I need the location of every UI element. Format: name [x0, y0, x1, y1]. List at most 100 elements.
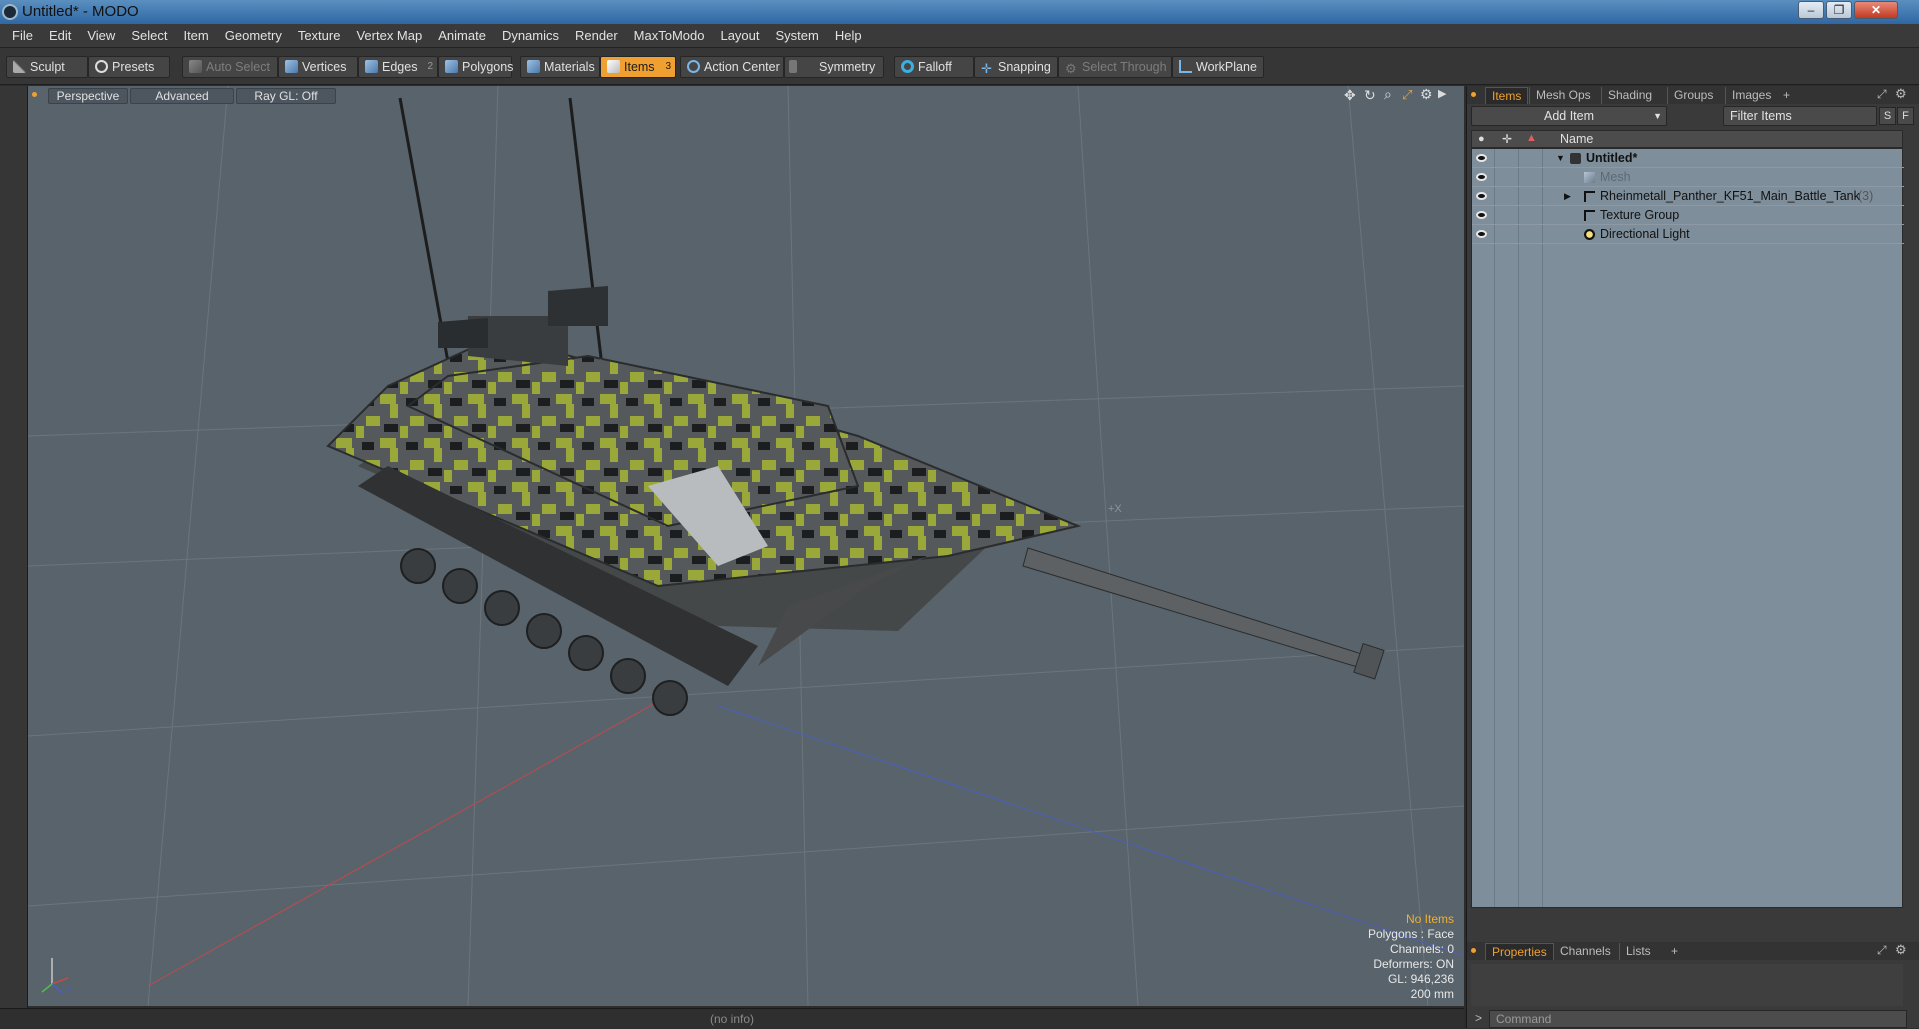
panel-menu-dot-icon[interactable]	[1471, 92, 1476, 97]
z-axis-line	[717, 705, 1464, 957]
name-column-header[interactable]: Name	[1560, 132, 1593, 146]
mesh-icon	[1584, 172, 1595, 183]
visibility-eye-icon[interactable]	[1476, 230, 1487, 238]
properties-area	[1471, 964, 1903, 1006]
close-button[interactable]: ✕	[1854, 1, 1898, 19]
bottom-panel-menu-dot-icon[interactable]	[1471, 948, 1476, 953]
window-title: Untitled* - MODO	[22, 3, 139, 20]
visibility-column-eye-icon[interactable]: ●	[1478, 133, 1485, 145]
presets-button[interactable]: Presets	[88, 56, 170, 78]
menu-animate[interactable]: Animate	[430, 24, 494, 48]
view-mode-dropdown[interactable]: Perspective	[48, 88, 128, 104]
fit-view-icon[interactable]: ⤢	[1402, 87, 1412, 103]
tab-shading[interactable]: Shading	[1601, 87, 1658, 104]
axis-marker-label: +X	[1108, 503, 1122, 515]
edges-icon	[365, 60, 378, 73]
tab-images[interactable]: Images	[1725, 87, 1777, 104]
menu-maxtomodo[interactable]: MaxToModo	[626, 24, 713, 48]
materials-button[interactable]: Materials	[520, 56, 600, 78]
rotate-icon[interactable]: ↻	[1364, 87, 1376, 104]
tank-model	[326, 97, 1385, 716]
presets-icon	[95, 60, 108, 73]
deformers-info: Deformers: ON	[1373, 957, 1454, 971]
tree-row-mesh[interactable]: Mesh	[1472, 168, 1904, 187]
add-tab-button[interactable]: +	[1777, 87, 1796, 104]
menu-item[interactable]: Item	[175, 24, 216, 48]
items-tree: ▼ Untitled* Mesh ▶ Rheinmetall_Panther_K…	[1471, 148, 1904, 908]
zoom-icon[interactable]: ⌕	[1384, 86, 1392, 103]
visibility-eye-icon[interactable]	[1476, 211, 1487, 219]
tab-groups[interactable]: Groups	[1667, 87, 1719, 104]
sculpt-button[interactable]: Sculpt	[6, 56, 88, 78]
menu-dynamics[interactable]: Dynamics	[494, 24, 567, 48]
tree-row-directional-light[interactable]: Directional Light	[1472, 225, 1904, 244]
tree-expand-icon[interactable]: ▶	[1564, 187, 1571, 206]
maximize-button[interactable]: ❐	[1826, 1, 1852, 19]
items-button[interactable]: Items 3	[600, 56, 676, 78]
viewport-settings-gear-icon[interactable]: ⚙	[1420, 86, 1433, 103]
visibility-eye-icon[interactable]	[1476, 192, 1487, 200]
symmetry-button[interactable]: Symmetry	[784, 56, 884, 78]
panel-gear-icon[interactable]: ⚙	[1895, 86, 1907, 102]
pan-icon[interactable]: ✥	[1344, 87, 1356, 104]
menu-file[interactable]: File	[0, 24, 41, 48]
menu-edit[interactable]: Edit	[41, 24, 79, 48]
add-bottom-tab-button[interactable]: +	[1665, 943, 1684, 960]
vertices-button[interactable]: Vertices	[278, 56, 358, 78]
edges-count: 2	[427, 61, 433, 72]
menu-vertex-map[interactable]: Vertex Map	[348, 24, 430, 48]
tab-mesh-ops[interactable]: Mesh Ops	[1529, 87, 1597, 104]
tree-row-untitled[interactable]: ▼ Untitled*	[1472, 149, 1904, 168]
tree-collapse-icon[interactable]: ▼	[1556, 149, 1565, 168]
filter-items-input[interactable]: Filter Items	[1723, 106, 1877, 126]
f-button[interactable]: F	[1897, 107, 1914, 125]
falloff-button[interactable]: Falloff	[894, 56, 974, 78]
visibility-eye-icon[interactable]	[1476, 173, 1487, 181]
tree-row-texture-group[interactable]: Texture Group	[1472, 206, 1904, 225]
grid-size-info: 200 mm	[1410, 987, 1454, 1001]
viewport-menu-dot-icon[interactable]	[32, 92, 37, 97]
polygons-icon	[445, 60, 458, 73]
s-button[interactable]: S	[1879, 107, 1896, 125]
minimize-button[interactable]: –	[1798, 1, 1824, 19]
menu-layout[interactable]: Layout	[712, 24, 767, 48]
menu-select[interactable]: Select	[123, 24, 175, 48]
snapping-icon: ✛	[981, 61, 992, 76]
menu-view[interactable]: View	[79, 24, 123, 48]
tab-channels[interactable]: Channels	[1553, 943, 1617, 960]
menu-help[interactable]: Help	[827, 24, 870, 48]
auto-select-button[interactable]: Auto Select	[182, 56, 278, 78]
menu-texture[interactable]: Texture	[290, 24, 349, 48]
polygons-button[interactable]: Polygons	[438, 56, 513, 78]
command-input[interactable]: Command	[1489, 1010, 1907, 1028]
panel-expand-icon[interactable]: ⤢	[1877, 87, 1887, 102]
scene-canvas: +X	[28, 86, 1464, 1006]
render-column-icon[interactable]: ▲	[1526, 132, 1537, 144]
tab-items[interactable]: Items	[1485, 87, 1529, 104]
sculpt-icon	[13, 60, 26, 73]
menu-render[interactable]: Render	[567, 24, 626, 48]
visibility-eye-icon[interactable]	[1476, 154, 1487, 162]
tab-lists[interactable]: Lists	[1619, 943, 1657, 960]
auto-select-icon	[189, 60, 202, 73]
menu-system[interactable]: System	[768, 24, 827, 48]
lock-column-icon[interactable]: ✛	[1502, 132, 1512, 146]
3d-viewport[interactable]: +X Perspective Advanced Ray GL: Off ✥ ↻ …	[28, 86, 1464, 1006]
raygl-toggle[interactable]: Ray GL: Off	[236, 88, 336, 104]
select-through-button[interactable]: ⚙ Select Through	[1058, 56, 1172, 78]
edges-button[interactable]: Edges 2	[358, 56, 438, 78]
viewport-expand-arrow-icon[interactable]: ▶	[1438, 87, 1446, 100]
select-through-icon: ⚙	[1065, 61, 1077, 76]
shading-mode-dropdown[interactable]: Advanced	[130, 88, 234, 104]
command-prompt: >	[1475, 1011, 1483, 1025]
tab-properties[interactable]: Properties	[1485, 943, 1554, 960]
action-center-button[interactable]: Action Center	[680, 56, 784, 78]
bottom-panel-gear-icon[interactable]: ⚙	[1895, 942, 1907, 958]
modo-app-icon	[2, 4, 18, 20]
tree-row-tank-group[interactable]: ▶ Rheinmetall_Panther_KF51_Main_Battle_T…	[1472, 187, 1904, 206]
menu-geometry[interactable]: Geometry	[217, 24, 290, 48]
bottom-panel-expand-icon[interactable]: ⤢	[1877, 943, 1887, 958]
workplane-button[interactable]: WorkPlane	[1172, 56, 1264, 78]
snapping-button[interactable]: ✛ Snapping	[974, 56, 1058, 78]
add-item-dropdown[interactable]: Add Item ▼	[1471, 106, 1667, 126]
